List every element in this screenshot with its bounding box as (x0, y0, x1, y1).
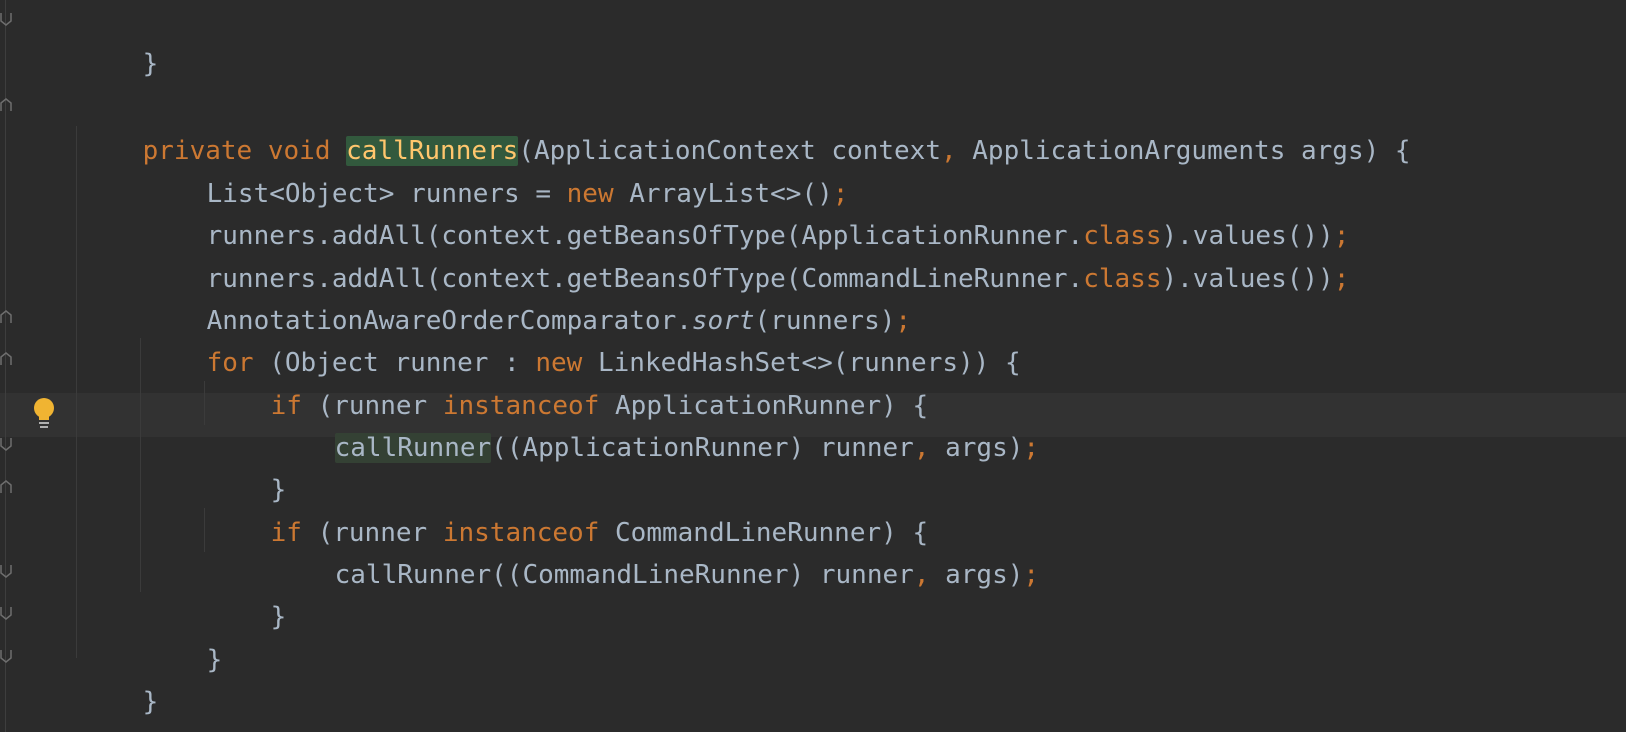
code-line[interactable]: } (0, 551, 287, 632)
code-line[interactable]: runners.addAll(context.getBeansOfType(Co… (0, 213, 1350, 294)
method-usage-highlight[interactable]: callRunner (334, 433, 492, 463)
code-line[interactable]: private void callRunners(ApplicationCont… (0, 85, 1411, 166)
code-token: } (270, 602, 287, 632)
code-token: } (142, 687, 159, 717)
keyword-token: class (1083, 264, 1162, 294)
punctuation-token: ; (1023, 560, 1040, 590)
code-editor[interactable]: } private void callRunners(ApplicationCo… (0, 0, 1626, 732)
code-line[interactable]: runners.addAll(context.getBeansOfType(Ap… (0, 170, 1350, 251)
punctuation-token: , (913, 433, 930, 463)
punctuation-token: ; (1333, 264, 1350, 294)
code-line[interactable]: callRunner((CommandLineRunner) runner, a… (0, 509, 1039, 590)
code-token: ((ApplicationRunner) runner (491, 433, 914, 463)
code-token: } (142, 49, 159, 79)
punctuation-token: , (940, 136, 957, 166)
code-line[interactable]: AnnotationAwareOrderComparator.sort(runn… (0, 255, 911, 336)
code-line[interactable] (0, 41, 143, 85)
code-token: } (206, 645, 223, 675)
code-line[interactable]: List<Object> runners = new ArrayList<>()… (0, 128, 849, 209)
code-line[interactable]: if (runner instanceof CommandLineRunner)… (0, 467, 928, 548)
code-line[interactable]: if (runner instanceof ApplicationRunner)… (0, 340, 928, 421)
punctuation-token: , (913, 560, 930, 590)
code-token: ApplicationArguments args) { (956, 136, 1411, 166)
code-token: callRunner((CommandLineRunner) runner (334, 560, 914, 590)
code-token: args) (929, 560, 1024, 590)
code-line[interactable]: for (Object runner : new LinkedHashSet<>… (0, 297, 1021, 378)
code-token: args) (929, 433, 1024, 463)
code-line[interactable]: } (0, 424, 287, 505)
punctuation-token: ; (1023, 433, 1040, 463)
code-token: ).values()) (1161, 264, 1334, 294)
code-line[interactable]: } (0, 636, 159, 717)
code-line[interactable]: } (0, 0, 159, 79)
code-line-current[interactable]: callRunner((ApplicationRunner) runner, a… (0, 382, 1039, 463)
code-line[interactable]: } (0, 594, 223, 675)
